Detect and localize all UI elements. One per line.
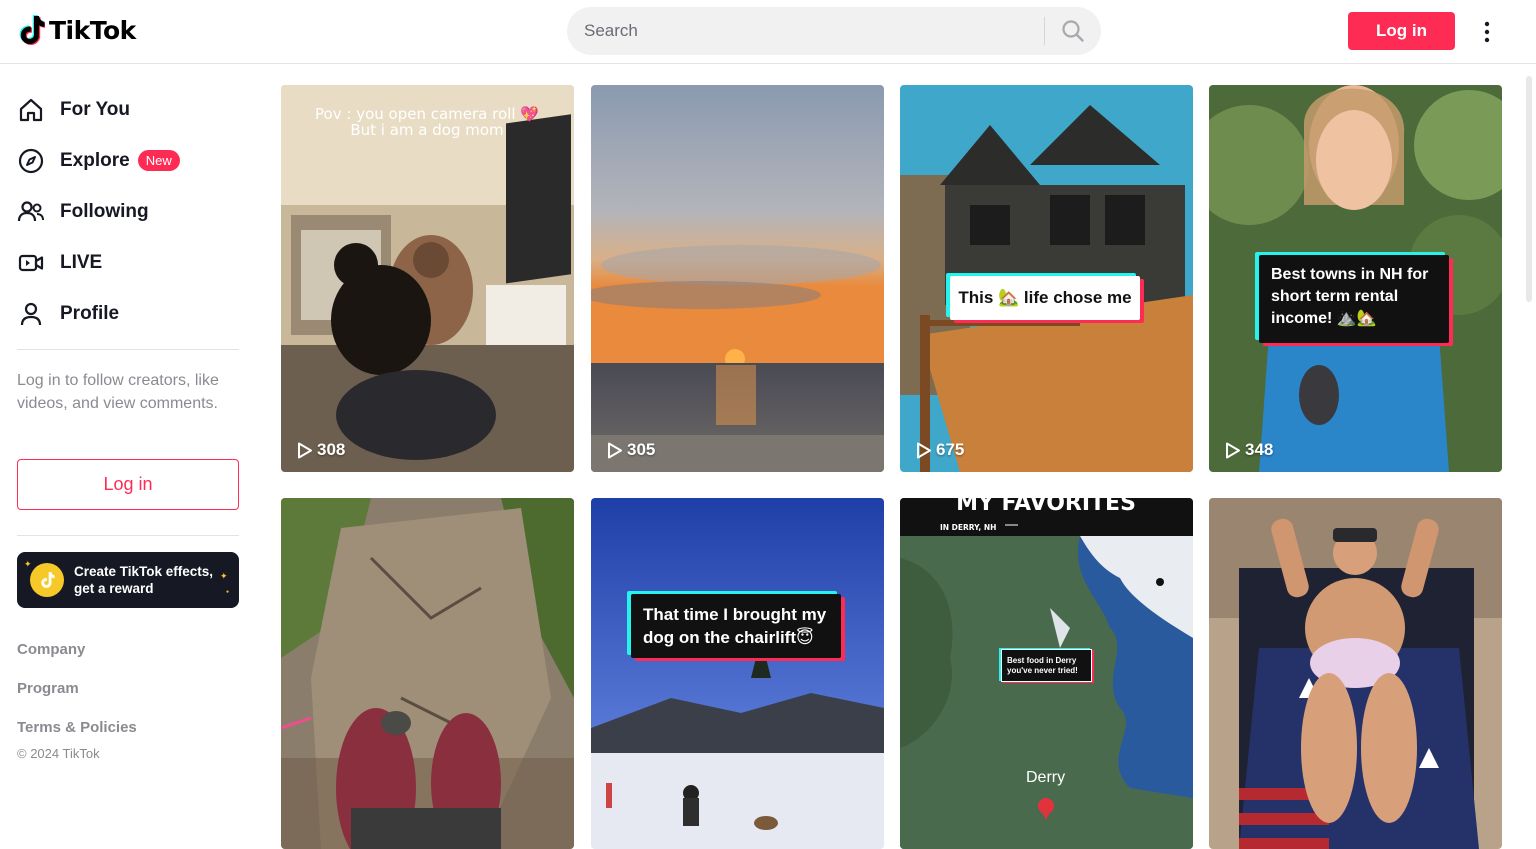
play-icon — [1226, 442, 1240, 458]
top-header: TikTok Log in — [0, 0, 1536, 64]
tiktok-logo[interactable]: TikTok — [17, 14, 136, 46]
video-caption: This 🏡 life chose me — [958, 288, 1132, 307]
new-badge: New — [137, 150, 180, 171]
video-thumbnail — [1209, 498, 1502, 849]
video-caption: short term rental — [1271, 288, 1399, 305]
sidebar-divider — [17, 535, 239, 536]
video-card[interactable] — [1209, 498, 1502, 849]
video-caption: you've never tried! — [1007, 666, 1078, 675]
video-card[interactable]: Pov : you open camera roll 💖 But i am a … — [281, 85, 574, 472]
video-card[interactable]: Best towns in NH for short term rental i… — [1209, 85, 1502, 472]
video-card[interactable]: That time I brought my dog on the chairl… — [591, 498, 884, 849]
video-thumbnail — [591, 498, 884, 849]
sidebar-item-label: LIVE — [60, 251, 103, 273]
sparkle-icon: ✦ — [24, 559, 32, 569]
effects-line1: Create TikTok effects, — [74, 564, 214, 579]
video-caption-box: Best food in Derry you've never tried! — [1001, 649, 1092, 682]
video-caption: But i am a dog mom — [350, 121, 503, 139]
effects-line2: get a reward — [74, 581, 154, 596]
following-icon — [17, 195, 51, 229]
video-caption-box: That time I brought my dog on the chairl… — [631, 594, 841, 658]
view-count: 308 — [297, 440, 345, 460]
video-thumbnail — [281, 498, 574, 849]
video-caption: dog on the chairlift😇 — [643, 628, 814, 647]
home-icon — [17, 93, 51, 127]
sidebar-nav: For You Explore New Following LIVE Profi… — [17, 84, 239, 339]
sidebar-item-live[interactable]: LIVE — [17, 237, 239, 288]
search-icon — [1062, 20, 1084, 42]
tiktok-logo-icon — [19, 15, 45, 45]
header-login-button[interactable]: Log in — [1348, 12, 1455, 50]
footer-link-company[interactable]: Company — [17, 641, 85, 658]
sidebar-item-for-you[interactable]: For You — [17, 84, 239, 135]
sidebar-item-profile[interactable]: Profile — [17, 288, 239, 339]
effects-text: Create TikTok effects, get a reward — [74, 563, 213, 597]
view-count: 305 — [607, 440, 655, 460]
search-bar — [567, 7, 1101, 55]
live-icon — [17, 246, 51, 280]
sparkle-icon: ✦ — [220, 571, 228, 581]
video-caption-box: This 🏡 life chose me — [950, 276, 1140, 320]
map-header-text: MY FAVORITES — [956, 498, 1136, 516]
search-input[interactable] — [567, 7, 1044, 55]
coin-icon — [30, 563, 64, 597]
sidebar-item-label: For You — [60, 98, 131, 120]
copyright-text: © 2024 TikTok — [17, 746, 100, 761]
sparkle-icon: ● — [226, 589, 230, 595]
play-icon — [917, 442, 931, 458]
map-subheader-text: IN DERRY, NH — [940, 523, 996, 532]
more-options-button[interactable] — [1476, 18, 1498, 46]
view-count: 675 — [916, 440, 964, 460]
video-card[interactable]: MY FAVORITES IN DERRY, NH Best food in D… — [900, 498, 1193, 849]
sidebar-item-label: Explore — [60, 149, 130, 171]
footer-link-terms[interactable]: Terms & Policies — [17, 719, 137, 736]
play-icon — [608, 442, 622, 458]
page-scrollbar[interactable] — [1526, 76, 1532, 302]
video-thumbnail: Pov : you open camera roll 💖 But i am a … — [281, 85, 574, 472]
compass-icon — [17, 144, 51, 178]
view-count-number: 675 — [936, 440, 965, 459]
footer-link-program[interactable]: Program — [17, 680, 79, 697]
logo-text: TikTok — [49, 15, 136, 45]
video-caption: Best food in Derry — [1007, 656, 1077, 665]
video-caption: That time I brought my — [643, 605, 827, 624]
sidebar-item-label: Following — [60, 200, 149, 222]
view-count-number: 348 — [1245, 440, 1274, 459]
video-card[interactable] — [281, 498, 574, 849]
view-count-number: 308 — [317, 440, 346, 459]
profile-icon — [17, 297, 51, 331]
login-prompt-text: Log in to follow creators, like videos, … — [17, 372, 219, 412]
sidebar: For You Explore New Following LIVE Profi… — [0, 64, 256, 849]
sidebar-item-label: Profile — [60, 302, 120, 324]
more-vertical-icon — [1484, 21, 1490, 43]
create-effects-banner[interactable]: ✦ ✦ ● Create TikTok effects, get a rewar… — [17, 552, 239, 608]
video-card[interactable]: 305 — [591, 85, 884, 472]
video-caption-box: Best towns in NH for short term rental i… — [1259, 255, 1449, 343]
play-icon — [298, 442, 312, 458]
sidebar-item-explore[interactable]: Explore New — [17, 135, 239, 186]
video-thumbnail — [591, 85, 884, 472]
view-count-number: 305 — [627, 440, 656, 459]
video-caption: Best towns in NH for — [1271, 266, 1429, 283]
sidebar-divider — [17, 349, 239, 350]
sidebar-login-button[interactable]: Log in — [17, 459, 239, 510]
search-button[interactable] — [1045, 7, 1101, 55]
video-card[interactable]: This 🏡 life chose me 675 — [900, 85, 1193, 472]
view-count: 348 — [1225, 440, 1273, 460]
video-caption: income! ⛰️🏡 — [1271, 310, 1377, 327]
sidebar-item-following[interactable]: Following — [17, 186, 239, 237]
map-place-label: Derry — [1026, 769, 1066, 786]
